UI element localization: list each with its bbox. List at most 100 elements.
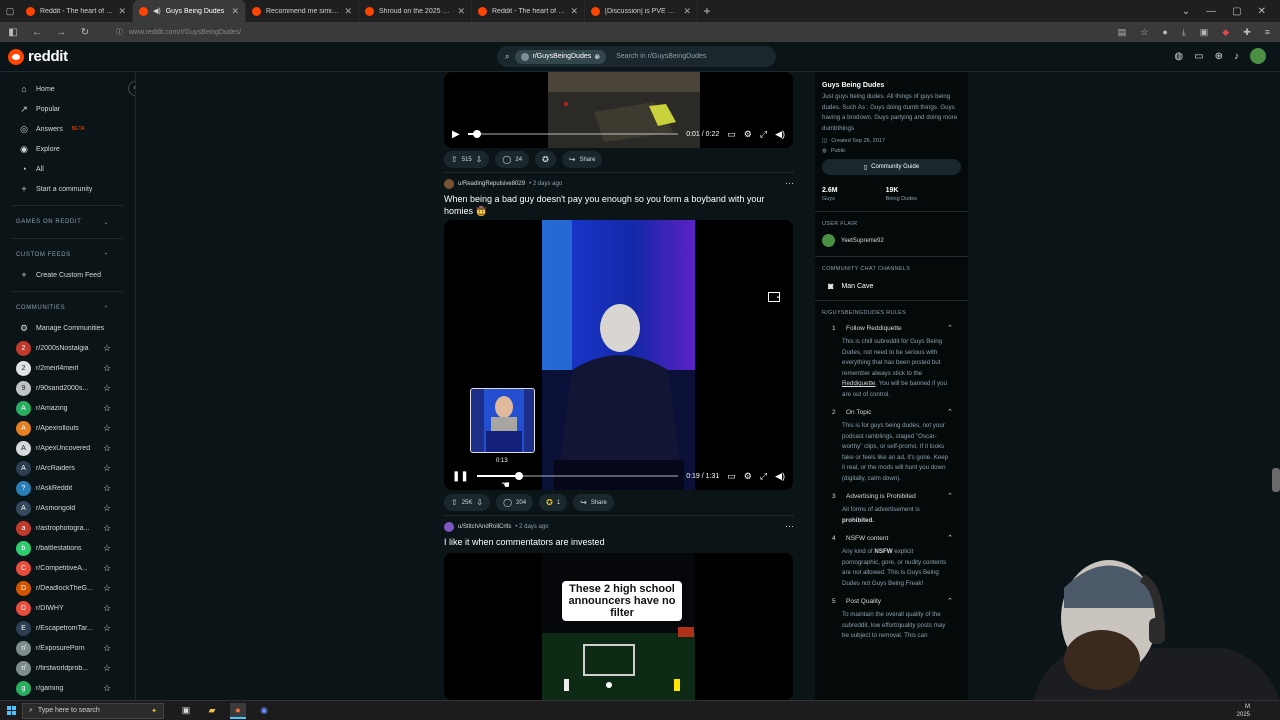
browser-tab[interactable]: Shroud on the 2025 Game of th ✕	[359, 0, 472, 22]
pip-icon[interactable]: ▪	[768, 292, 780, 302]
chat-icon[interactable]: ▭	[1194, 51, 1203, 62]
browser-tab[interactable]: Recommend me similar series | ✕	[246, 0, 359, 22]
rule-header[interactable]: 2 On Topic ⌃	[822, 406, 961, 418]
favorite-star-icon[interactable]: ☆	[103, 583, 111, 594]
start-button[interactable]	[0, 706, 22, 715]
file-explorer-icon[interactable]: ▰	[204, 703, 220, 719]
community-item[interactable]: r/r/ExposurePorn ☆	[0, 638, 135, 658]
browser-tab[interactable]: Reddit - The heart of the intern ✕	[472, 0, 585, 22]
post2-video[interactable]: ▪ 0:13 ❚❚ 0:19 / 1:31 ▭ ⚙ ⤢ ◀)	[444, 220, 793, 490]
post1-award-button[interactable]: ✪	[535, 151, 556, 168]
post2-author[interactable]: u/ReadingRepulsive8029	[458, 181, 525, 187]
community-item[interactable]: Ar/Apexrollouts ☆	[0, 418, 135, 438]
community-item[interactable]: Er/EscapefromTar... ☆	[0, 618, 135, 638]
notifications-icon[interactable]: ♪	[1234, 51, 1239, 62]
post1-share-button[interactable]: ↪ Share	[561, 151, 603, 168]
community-item[interactable]: Ar/Asmongold ☆	[0, 498, 135, 518]
new-tab-button[interactable]: +	[698, 4, 716, 18]
community-item[interactable]: Dr/DeadlockTheG... ☆	[0, 578, 135, 598]
reload-icon[interactable]: ↻	[78, 27, 92, 38]
captions-icon[interactable]: ▭	[727, 129, 736, 140]
community-item[interactable]: b r/battlestations ☆	[0, 538, 135, 558]
browser-tab[interactable]: [Discussion] is PVE worth playin ✕	[585, 0, 698, 22]
close-tab-icon[interactable]: ✕	[344, 6, 352, 17]
rule-header[interactable]: 3 Advertising is Prohibited ⌃	[822, 490, 961, 502]
taskbar-search[interactable]: ⌕ Type here to search ✦	[22, 702, 164, 719]
community-item[interactable]: g r/gaming ☆	[0, 678, 135, 698]
rule-header[interactable]: 1 Follow Reddiquette ⌃	[822, 322, 961, 334]
post2-award-button[interactable]: ✪ 1	[539, 494, 568, 511]
sidebar-item-all[interactable]: ◔ All	[0, 159, 135, 179]
post3-author-avatar[interactable]	[444, 521, 454, 532]
post2-author-avatar[interactable]	[444, 178, 454, 189]
post1-video[interactable]: ▶ 0:01 / 0:22 ▭ ⚙ ⤢ ◀)	[444, 72, 793, 148]
close-tab-icon[interactable]: ✕	[457, 6, 465, 17]
minimize-icon[interactable]: —	[1206, 6, 1216, 17]
games-section-header[interactable]: GAMES ON REDDIT ⌄	[0, 212, 135, 232]
downvote-icon[interactable]: ⇩	[476, 498, 483, 507]
create-custom-feed[interactable]: + Create Custom Feed	[0, 265, 135, 285]
audio-icon[interactable]: ◀)	[153, 7, 161, 15]
user-avatar[interactable]	[1250, 48, 1266, 64]
taskbar-clock[interactable]: M 2025	[1237, 703, 1250, 719]
post2-more-options-icon[interactable]: ⋯	[785, 178, 794, 189]
favorite-star-icon[interactable]: ☆	[103, 503, 111, 514]
favorite-star-icon[interactable]: ☆	[103, 343, 111, 354]
favorite-star-icon[interactable]: ☆	[103, 463, 111, 474]
close-tab-icon[interactable]: ✕	[118, 6, 126, 17]
extension-icon[interactable]: ●	[1162, 27, 1167, 38]
download-icon[interactable]: ⤓	[1182, 27, 1186, 38]
post2-title[interactable]: When being a bad guy doesn't pay you eno…	[444, 193, 794, 217]
post2-comments-button[interactable]: ◯ 204	[496, 494, 534, 511]
search-bar[interactable]: ⌕ r/GuysBeingDudes ⊗ Search in r/GuysBei…	[497, 46, 776, 67]
favorite-star-icon[interactable]: ☆	[103, 683, 111, 694]
fullscreen-icon[interactable]: ⤢	[760, 129, 767, 140]
favorite-star-icon[interactable]: ☆	[103, 623, 111, 634]
close-tab-icon[interactable]: ✕	[570, 6, 578, 17]
favorite-star-icon[interactable]: ☆	[103, 663, 111, 674]
task-view-icon[interactable]: ▣	[178, 703, 194, 719]
sidebar-item-answers[interactable]: ◎ Answers BETA	[0, 119, 135, 139]
post1-seek-bar[interactable]	[467, 130, 679, 138]
community-item[interactable]: r/r/firstworldprob... ☆	[0, 658, 135, 678]
user-flair-row[interactable]: YeetSupreme92	[822, 234, 961, 247]
upvote-icon[interactable]: ⇧	[451, 155, 458, 164]
search-input[interactable]: Search in r/GuysBeingDudes	[616, 53, 706, 60]
search-community-chip[interactable]: r/GuysBeingDudes ⊗	[515, 49, 607, 64]
community-item[interactable]: Dr/DIWHY ☆	[0, 598, 135, 618]
favorite-star-icon[interactable]: ☆	[103, 603, 111, 614]
browser-tab[interactable]: ◀) Guys Being Dudes ✕	[133, 0, 246, 22]
chat-channel-item[interactable]: ◙ Man Cave	[828, 281, 961, 291]
browser-tab[interactable]: Reddit - The heart of the intern ✕	[20, 0, 133, 22]
favorite-star-icon[interactable]: ☆	[103, 483, 111, 494]
rule-header[interactable]: 5 Post Quality ⌃	[822, 595, 961, 607]
tab-list-icon[interactable]: ⌄	[1182, 6, 1190, 17]
bookmark-star-icon[interactable]: ☆	[1140, 27, 1148, 38]
post2-seek-bar[interactable]	[476, 472, 679, 480]
settings-gear-icon[interactable]: ⚙	[744, 129, 752, 140]
extension-red-icon[interactable]: ◆	[1222, 27, 1229, 38]
maximize-icon[interactable]: ▢	[1232, 6, 1241, 17]
collapse-nav-icon[interactable]: ≡	[128, 81, 135, 96]
post3-author[interactable]: u/StitchAndRollCrits	[458, 524, 511, 530]
advertise-icon[interactable]: ◍	[1174, 51, 1183, 62]
custom-feeds-section-header[interactable]: CUSTOM FEEDS ⌃	[0, 245, 135, 265]
tab-actions-icon[interactable]: ▢	[0, 0, 20, 22]
menu-icon[interactable]: ≡	[1265, 27, 1270, 38]
pause-icon[interactable]: ❚❚	[452, 471, 469, 482]
page-scrollbar-thumb[interactable]	[1272, 468, 1280, 492]
reader-view-icon[interactable]: ▤	[1118, 27, 1127, 38]
favorite-star-icon[interactable]: ☆	[103, 523, 111, 534]
community-item[interactable]: Ar/ApexUncovered ☆	[0, 438, 135, 458]
community-item[interactable]: 2 r/2meirl4meirl ☆	[0, 358, 135, 378]
favorite-star-icon[interactable]: ☆	[103, 643, 111, 654]
pocket-icon[interactable]: ▣	[1200, 27, 1209, 38]
favorite-star-icon[interactable]: ☆	[103, 383, 111, 394]
reddiquette-link[interactable]: Reddiquette	[842, 380, 875, 387]
favorite-star-icon[interactable]: ☆	[103, 563, 111, 574]
fullscreen-icon[interactable]: ⤢	[760, 471, 767, 482]
favorite-star-icon[interactable]: ☆	[103, 543, 111, 554]
chrome-icon[interactable]: ◉	[256, 703, 272, 719]
close-window-icon[interactable]: ✕	[1258, 6, 1266, 17]
firefox-icon[interactable]: ●	[230, 702, 246, 719]
